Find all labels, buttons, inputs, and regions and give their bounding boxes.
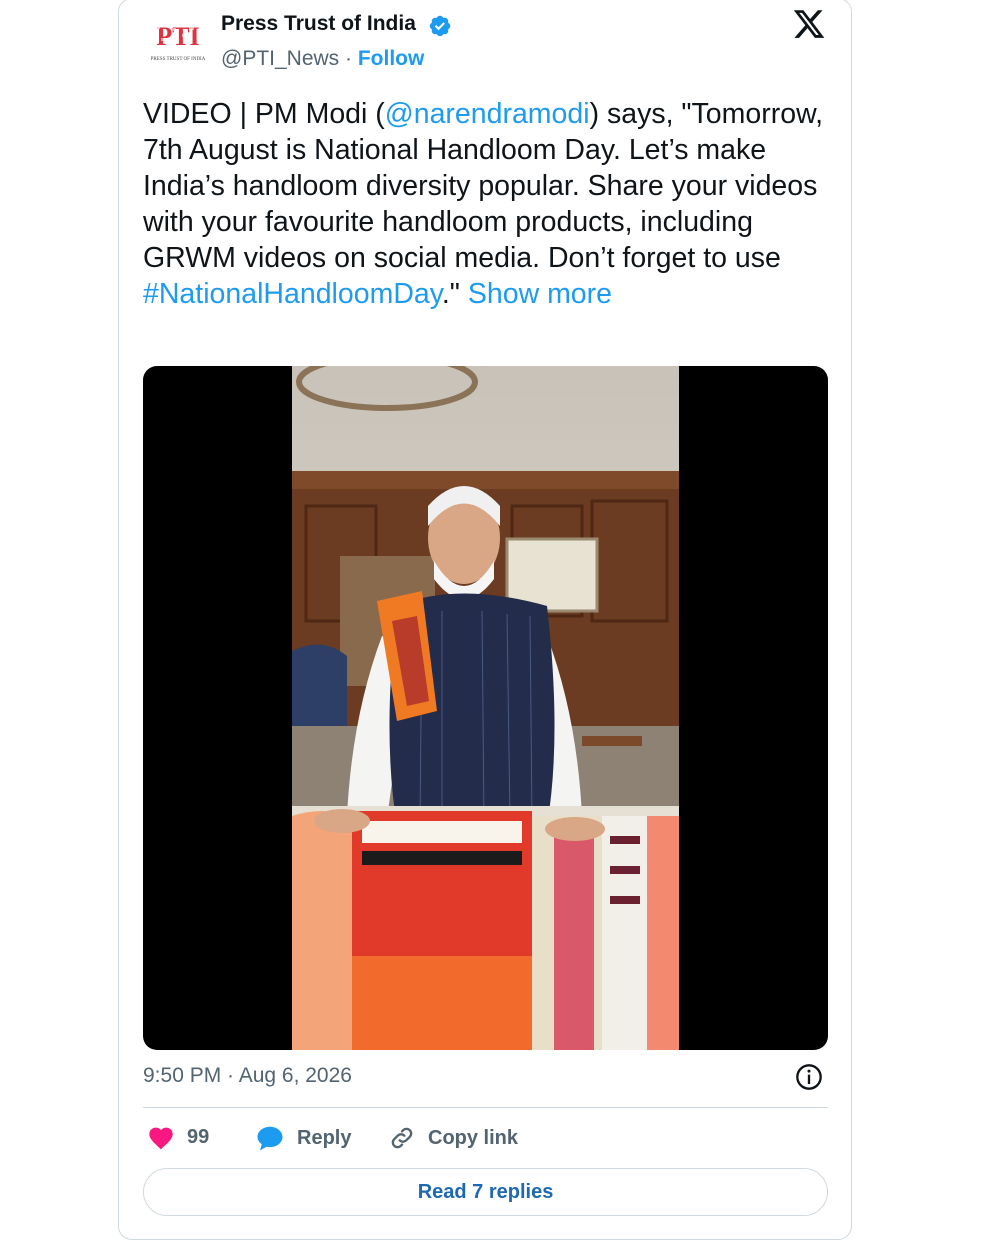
reply-button[interactable]: Reply bbox=[255, 1124, 351, 1152]
x-logo-icon[interactable] bbox=[791, 7, 827, 41]
link-icon bbox=[391, 1127, 413, 1149]
show-more-link[interactable]: Show more bbox=[468, 278, 612, 310]
author-handle[interactable]: @PTI_News bbox=[221, 47, 339, 70]
timestamp[interactable]: 9:50 PM · Aug 6, 2026 bbox=[143, 1064, 352, 1088]
video-frame bbox=[292, 366, 679, 1050]
info-icon[interactable] bbox=[795, 1063, 823, 1091]
read-replies-label: Read 7 replies bbox=[417, 1180, 554, 1203]
read-replies-button[interactable]: Read 7 replies bbox=[143, 1168, 828, 1216]
heart-icon bbox=[149, 1127, 173, 1150]
author-handle-line: @PTI_News · Follow bbox=[221, 47, 424, 71]
follow-button[interactable]: Follow bbox=[358, 47, 425, 70]
hashtag-link[interactable]: #NationalHandloomDay bbox=[143, 278, 442, 310]
logo-subtext: PRESS TRUST OF INDIA bbox=[151, 57, 206, 62]
copy-link-label: Copy link bbox=[428, 1126, 519, 1149]
verified-badge-icon bbox=[429, 15, 451, 37]
reply-label: Reply bbox=[297, 1126, 352, 1149]
video-player[interactable] bbox=[143, 366, 828, 1050]
tweet-text-part-1: VIDEO | PM Modi ( bbox=[143, 98, 385, 130]
author-name[interactable]: Press Trust of India bbox=[221, 12, 416, 36]
tweet-text-part-3: ." bbox=[441, 278, 468, 310]
pti-logo-avatar[interactable]: PTI PRESS TRUST OF INDIA bbox=[149, 14, 207, 64]
logo-text: PTI bbox=[156, 22, 199, 51]
like-button[interactable]: 99 bbox=[147, 1124, 209, 1150]
mention-link[interactable]: @narendramodi bbox=[385, 98, 590, 130]
like-count: 99 bbox=[187, 1125, 210, 1148]
speech-bubble-icon bbox=[257, 1126, 283, 1151]
copy-link-button[interactable]: Copy link bbox=[388, 1124, 518, 1152]
divider bbox=[143, 1107, 828, 1108]
tweet-text: VIDEO | PM Modi (@narendramodi) says, "T… bbox=[143, 96, 833, 312]
separator-dot: · bbox=[339, 47, 358, 70]
